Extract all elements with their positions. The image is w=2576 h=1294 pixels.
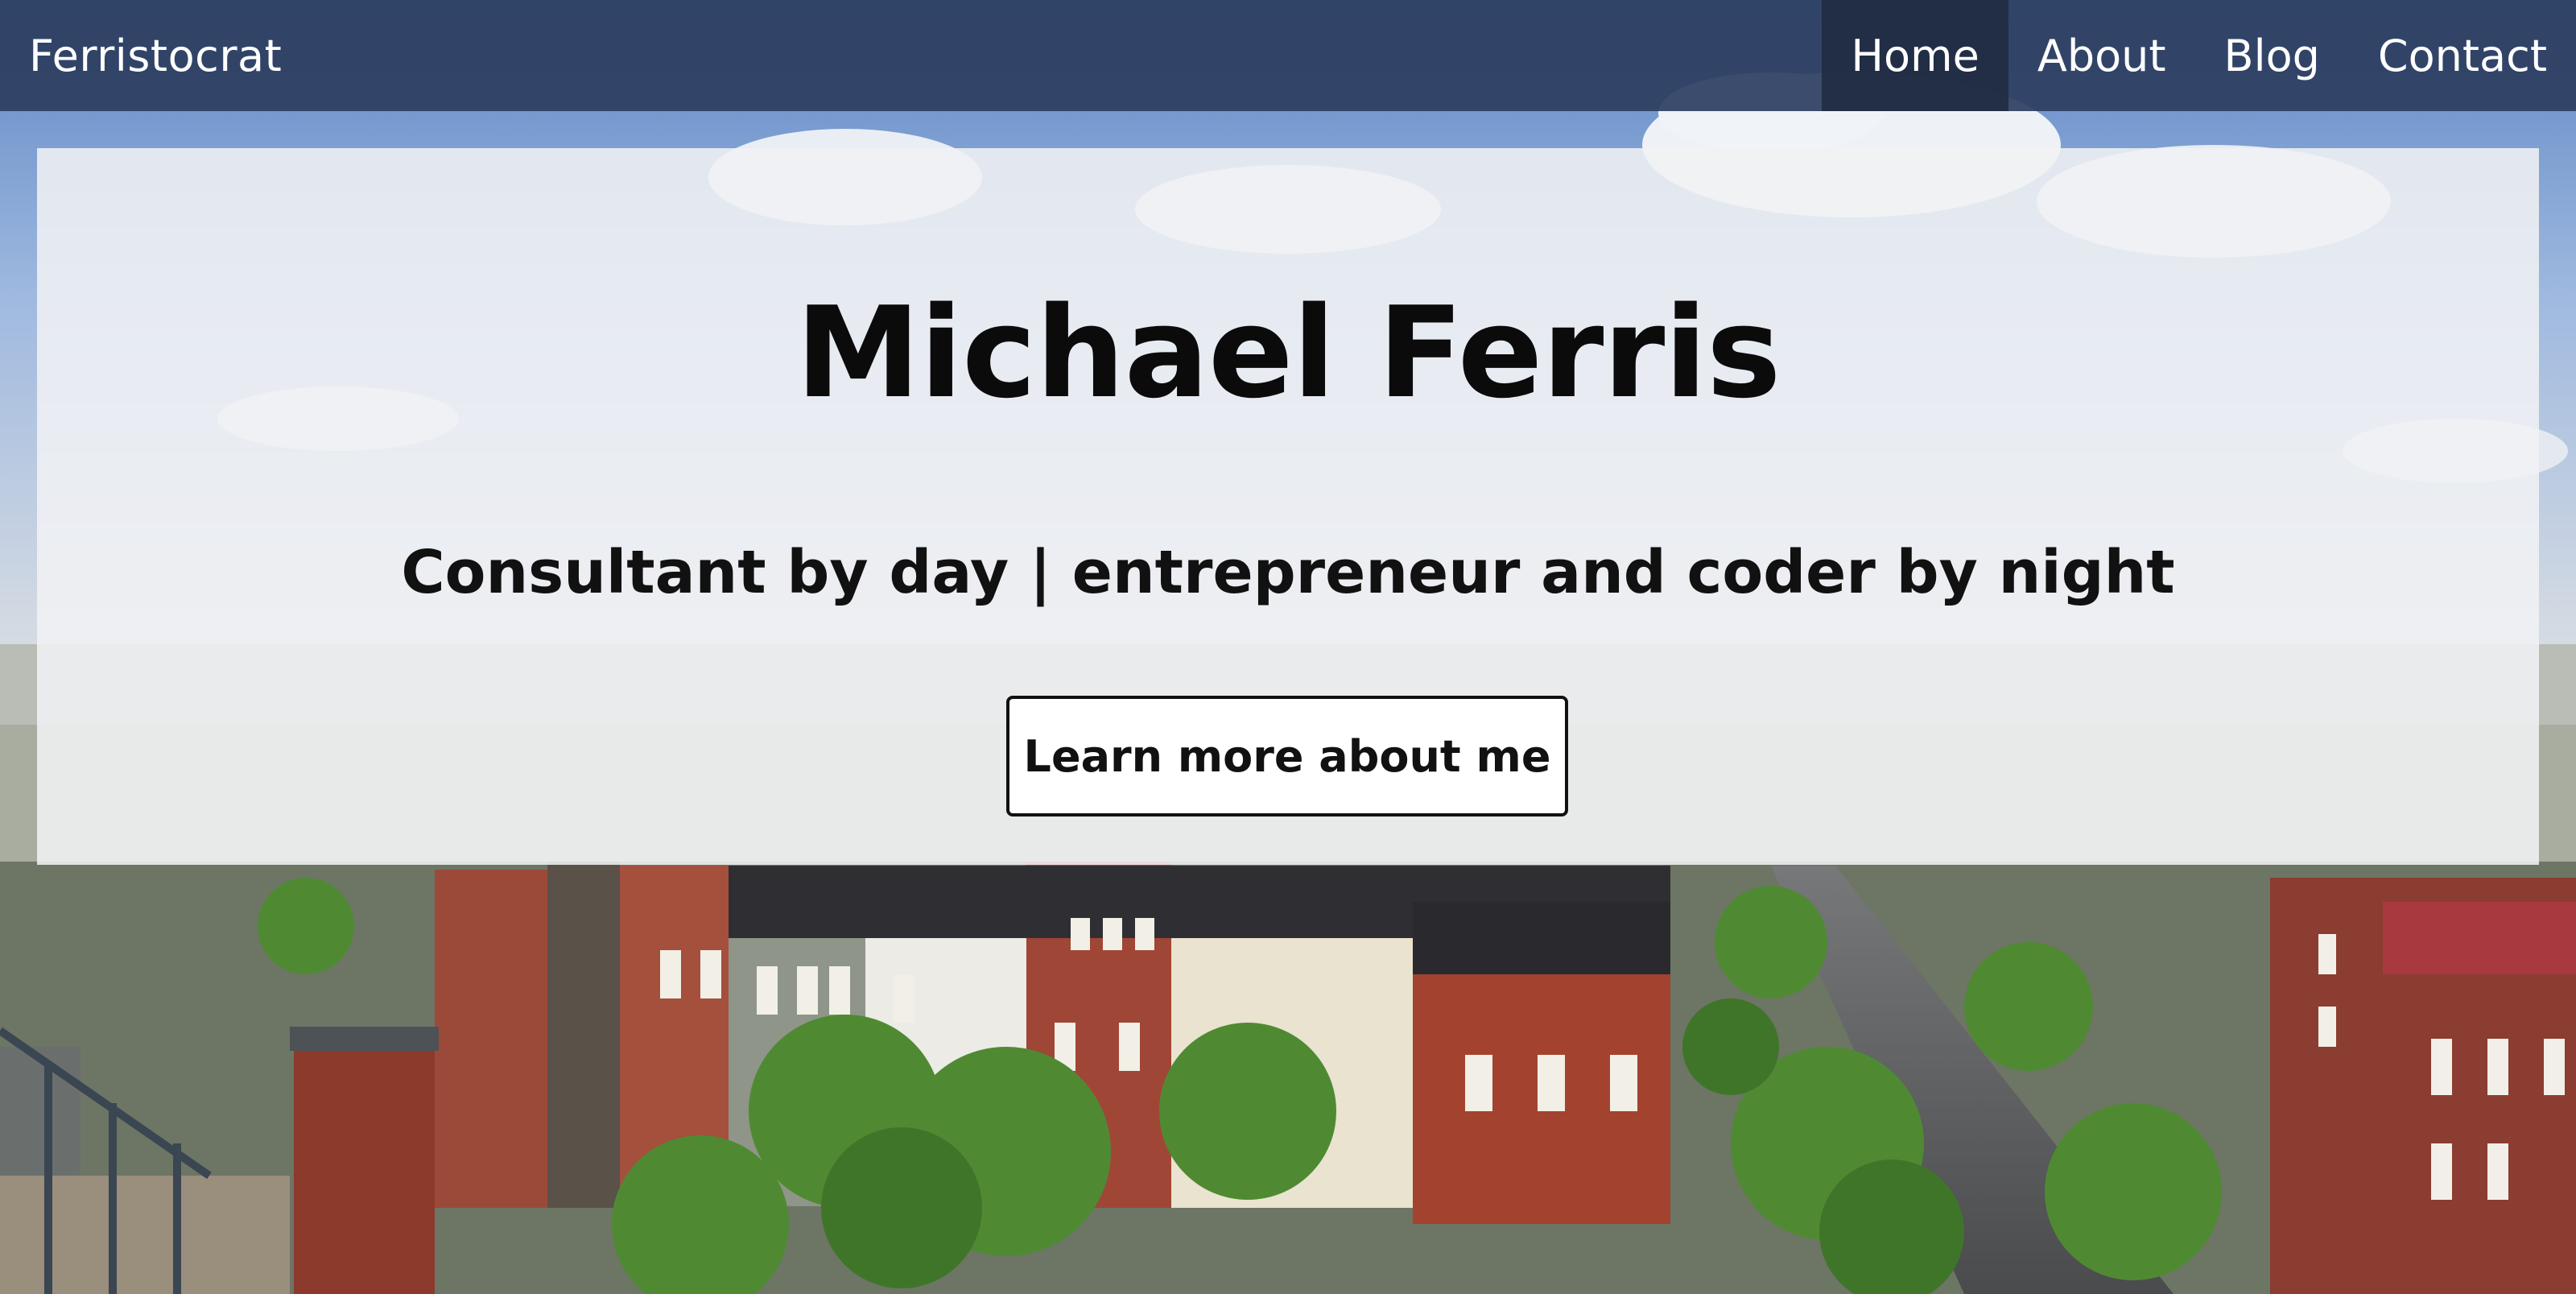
nav-link-home[interactable]: Home — [1822, 0, 2008, 111]
page: Ferristocrat Home About Blog Contact Mic… — [0, 0, 2576, 1294]
hero-subtitle: Consultant by day | entrepreneur and cod… — [401, 538, 2175, 607]
nav-link-contact[interactable]: Contact — [2349, 0, 2576, 111]
brand-link[interactable]: Ferristocrat — [29, 31, 282, 81]
nav-link-blog[interactable]: Blog — [2195, 0, 2349, 111]
nav-links: Home About Blog Contact — [1822, 0, 2576, 111]
hero-panel: Michael Ferris Consultant by day | entre… — [37, 148, 2539, 865]
hero-title: Michael Ferris — [795, 279, 1781, 426]
nav-link-about[interactable]: About — [2008, 0, 2195, 111]
top-navbar: Ferristocrat Home About Blog Contact — [0, 0, 2576, 111]
learn-more-button[interactable]: Learn more about me — [1006, 696, 1568, 817]
